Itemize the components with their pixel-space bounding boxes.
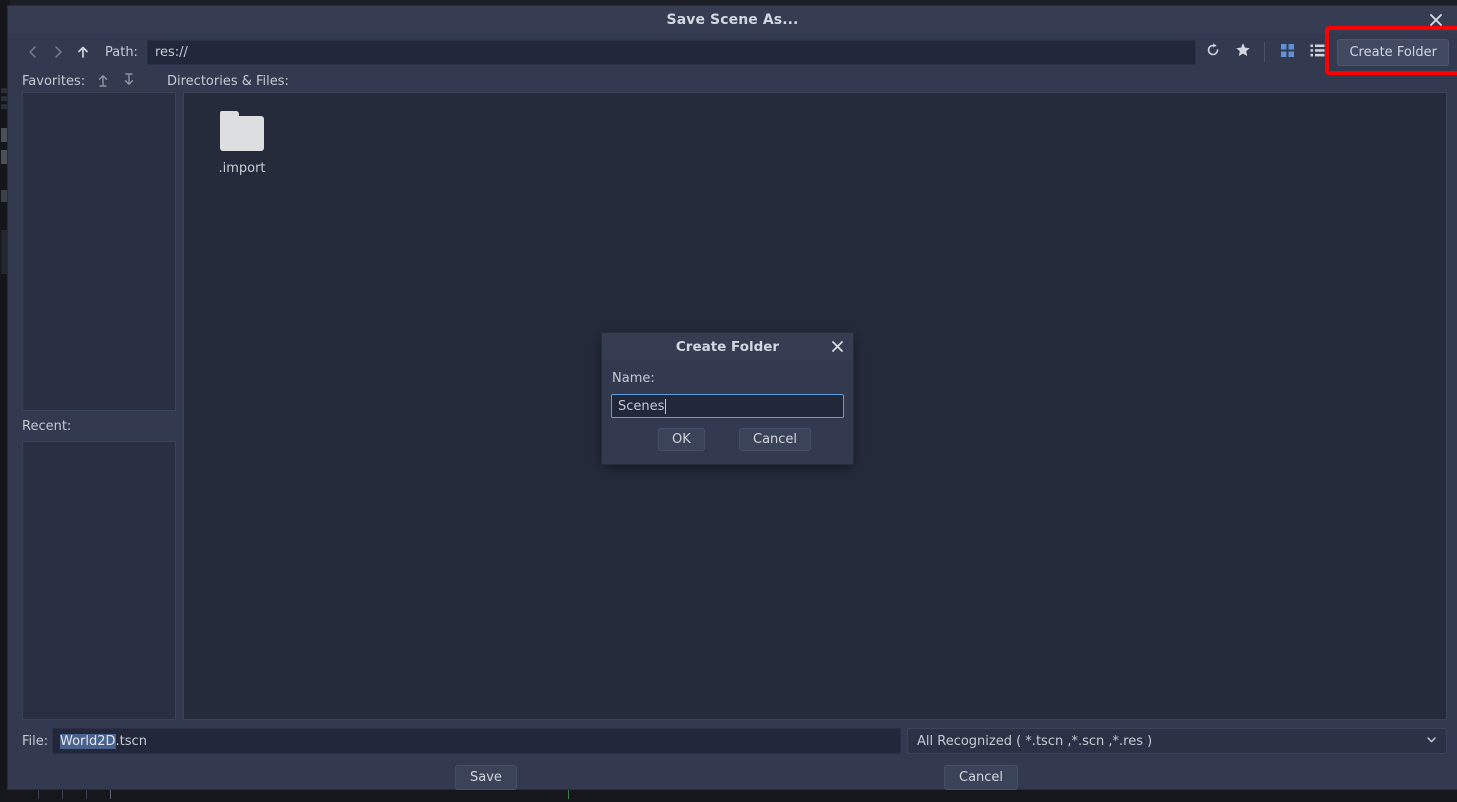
file-item-import[interactable]: .import [194, 105, 290, 176]
filename-row: File: World2D .tscn All Recognized ( *.ts… [8, 720, 1457, 754]
text-caret [665, 398, 667, 414]
forward-button[interactable] [45, 39, 70, 65]
dialog-action-row: Save Cancel [8, 754, 1457, 802]
close-icon[interactable] [828, 337, 847, 356]
move-favorite-up-button[interactable] [90, 72, 116, 92]
path-input[interactable] [146, 39, 1197, 65]
move-favorite-down-button[interactable] [116, 72, 142, 92]
refresh-button[interactable] [1199, 39, 1226, 66]
sidebar: Recent: [22, 92, 176, 720]
create-folder-area: Create Folder [1325, 25, 1457, 75]
chevron-down-icon [1425, 733, 1438, 750]
folder-name-label: Name: [612, 371, 655, 386]
create-folder-dialog: Create Folder Name: Scenes OK Cancel [602, 333, 853, 464]
create-folder-actions: OK Cancel [602, 418, 853, 458]
toolbar-separator [1264, 42, 1266, 62]
cancel-button[interactable]: Cancel [739, 428, 812, 451]
filename-input[interactable]: World2D .tscn [52, 728, 901, 754]
column-headers: Favorites: Directories & Files: [8, 71, 1457, 92]
path-label: Path: [105, 44, 138, 60]
favorites-list[interactable] [22, 92, 176, 411]
back-button[interactable] [20, 39, 45, 65]
recent-list[interactable] [22, 441, 176, 720]
arrow-up-bar-icon [96, 73, 110, 91]
ok-button[interactable]: OK [658, 428, 705, 451]
filename-extension-text: .tscn [115, 733, 147, 749]
cancel-button[interactable]: Cancel [944, 765, 1019, 790]
dialog-title: Save Scene As... [666, 11, 799, 28]
refresh-icon [1205, 42, 1221, 62]
file-item-label: .import [218, 161, 266, 176]
file-filter-select[interactable]: All Recognized ( *.tscn ,*.scn ,*.res ) [907, 728, 1447, 754]
favorites-label: Favorites: [22, 74, 86, 89]
file-filter-value: All Recognized ( *.tscn ,*.scn ,*.res ) [917, 733, 1153, 749]
favorite-toggle-button[interactable] [1229, 39, 1256, 66]
folder-icon [220, 111, 264, 151]
list-view-button[interactable] [1304, 39, 1331, 66]
folder-name-input[interactable]: Scenes [611, 394, 844, 418]
save-button[interactable]: Save [455, 765, 517, 790]
filename-selected-text: World2D [60, 733, 116, 749]
grid-view-icon [1280, 43, 1295, 62]
close-icon[interactable] [1425, 9, 1447, 31]
grid-view-button[interactable] [1274, 39, 1301, 66]
star-icon [1235, 42, 1251, 62]
list-view-icon [1310, 43, 1325, 62]
chevron-left-icon [26, 45, 40, 59]
arrow-down-bar-icon [122, 72, 136, 91]
folder-name-value: Scenes [618, 398, 665, 414]
dialog-titlebar: Save Scene As... [8, 6, 1457, 33]
create-folder-button[interactable]: Create Folder [1337, 38, 1449, 66]
chevron-right-icon [51, 45, 65, 59]
directories-files-label: Directories & Files: [167, 74, 289, 89]
create-folder-title: Create Folder [675, 338, 780, 355]
file-label: File: [22, 733, 49, 749]
recent-label: Recent: [22, 418, 72, 434]
go-up-button[interactable] [70, 39, 95, 65]
arrow-up-icon [76, 45, 90, 59]
create-folder-titlebar: Create Folder [602, 333, 853, 360]
navigation-toolbar: Path: res:// Create Folder [8, 25, 1457, 75]
